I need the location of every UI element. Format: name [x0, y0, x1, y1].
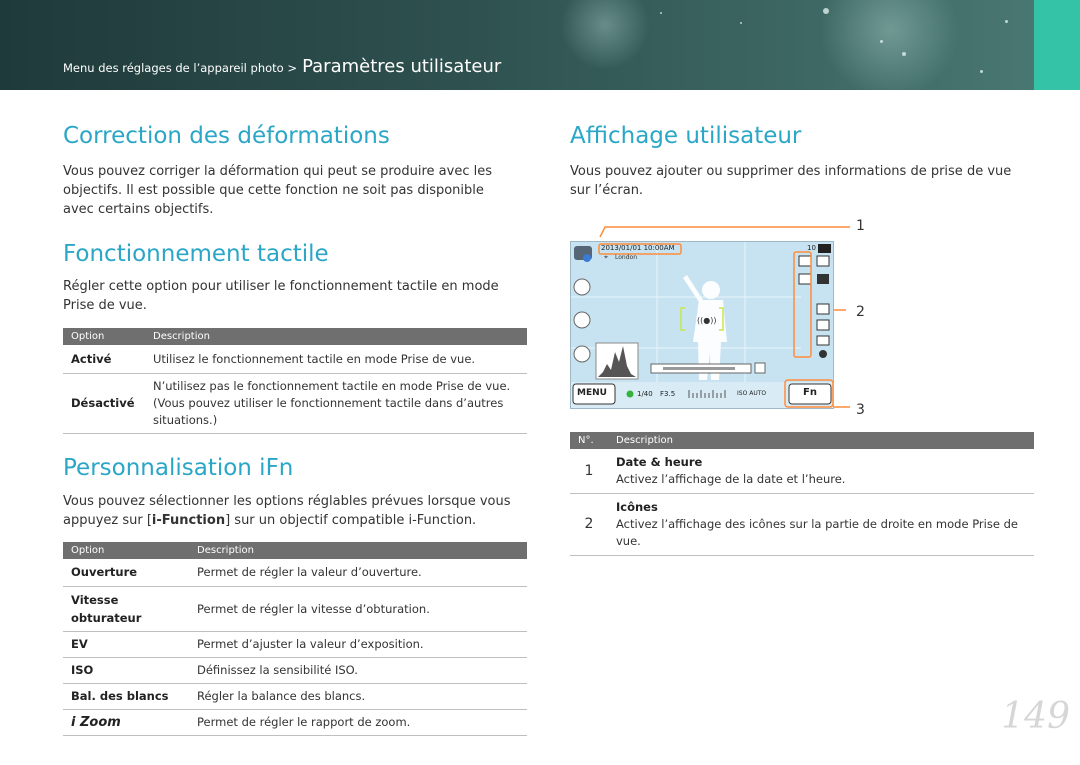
- user-display-table: N°. Description 1 Date & heure Activez l…: [570, 432, 1034, 556]
- location-icon: ⌖: [604, 253, 608, 261]
- row-desc: Activez l’affichage de la date et l’heur…: [616, 471, 846, 486]
- battery-icon: [818, 244, 831, 253]
- section-body-touch: Régler cette option pour utiliser le fon…: [63, 279, 499, 313]
- breadcrumb: Menu des réglages de l’appareil photo > …: [63, 56, 501, 77]
- screen-shot-count: 10: [807, 244, 816, 252]
- option-key: Bal. des blancs: [63, 683, 189, 710]
- screen-location: London: [615, 254, 637, 261]
- table-row: 1 Date & heure Activez l’affichage de la…: [570, 449, 1034, 494]
- ifn-button-name: i-Function: [151, 513, 226, 528]
- table-row: EV Permet d’ajuster la valeur d’expositi…: [63, 631, 527, 658]
- table-row: Activé Utilisez le fonctionnement tactil…: [63, 345, 527, 374]
- breadcrumb-parent[interactable]: Menu des réglages de l’appareil photo >: [63, 61, 297, 75]
- row-desc: Activez l’affichage des icônes sur la pa…: [616, 516, 1018, 548]
- table-header-description: Description: [608, 432, 1034, 449]
- section-body-correction: Vous pouvez corriger la déformation qui …: [63, 164, 492, 217]
- table-row: 2 Icônes Activez l’affichage des icônes …: [570, 493, 1034, 556]
- table-header-option: Option: [63, 542, 189, 559]
- option-desc: Permet de régler le rapport de zoom.: [189, 709, 527, 736]
- callout-number: 1: [856, 218, 865, 234]
- menu-button[interactable]: MENU: [577, 388, 607, 398]
- option-key: Désactivé: [63, 373, 145, 434]
- table-row: ISO Définissez la sensibilité ISO.: [63, 657, 527, 684]
- screen-aperture: F3.5: [660, 390, 676, 398]
- option-key: EV: [63, 631, 189, 658]
- option-key: Activé: [63, 345, 145, 374]
- option-key: Ouverture: [63, 559, 189, 587]
- option-desc: Permet d’ajuster la valeur d’exposition.: [189, 631, 527, 658]
- table-header-description: Description: [189, 542, 527, 559]
- header-accent-strip: [1034, 0, 1080, 90]
- row-title: Date & heure: [616, 454, 703, 469]
- table-row: i Zoom Permet de régler le rapport de zo…: [63, 709, 527, 736]
- row-number: 1: [570, 449, 608, 494]
- ifn-options-table: Option Description Ouverture Permet de r…: [63, 542, 527, 736]
- option-desc: Utilisez le fonctionnement tactile en mo…: [145, 345, 527, 374]
- screen-datetime: 2013/01/01 10:00AM: [601, 244, 675, 252]
- row-content: Date & heure Activez l’affichage de la d…: [608, 449, 1034, 494]
- option-desc: Régler la balance des blancs.: [189, 683, 527, 710]
- touch-options-table: Option Description Activé Utilisez le fo…: [63, 328, 527, 434]
- row-number: 2: [570, 493, 608, 556]
- option-key: ISO: [63, 657, 189, 684]
- table-header-description: Description: [145, 328, 527, 345]
- option-key: Vitesse obturateur: [63, 586, 189, 632]
- table-header-number: N°.: [570, 432, 608, 449]
- camera-screen-illustration: ((●)) 2013/01/01 10:00AM ⌖ London 10 MEN…: [570, 241, 834, 409]
- section-body-user-display: Vous pouvez ajouter ou supprimer des inf…: [570, 164, 1012, 198]
- callout-number: 3: [856, 402, 865, 418]
- row-title: Icônes: [616, 499, 658, 514]
- section-title-correction: Correction des déformations: [63, 123, 390, 149]
- option-desc: Permet de régler la valeur d’ouverture.: [189, 559, 527, 587]
- section-title-user-display: Affichage utilisateur: [570, 123, 802, 149]
- ifn-body-post: ] sur un objectif compatible i-Function.: [225, 513, 477, 528]
- breadcrumb-current: Paramètres utilisateur: [302, 56, 502, 77]
- camera-screen-graphics: ((●)): [571, 242, 833, 408]
- table-row: Désactivé N’utilisez pas le fonctionneme…: [63, 373, 527, 434]
- option-key: i Zoom: [63, 709, 189, 736]
- fn-button[interactable]: Fn: [803, 387, 817, 398]
- option-desc: Permet de régler la vitesse d’obturation…: [189, 586, 527, 632]
- option-desc: N’utilisez pas le fonctionnement tactile…: [145, 373, 527, 434]
- section-body-ifn: Vous pouvez sélectionner les options rég…: [63, 492, 518, 530]
- page-number: 149: [1001, 696, 1070, 737]
- screen-iso: ISO AUTO: [737, 390, 767, 397]
- callout-number: 2: [856, 304, 865, 320]
- section-title-ifn: Personnalisation iFn: [63, 455, 294, 481]
- table-row: Ouverture Permet de régler la valeur d’o…: [63, 559, 527, 587]
- row-content: Icônes Activez l’affichage des icônes su…: [608, 493, 1034, 556]
- header-banner: Menu des réglages de l’appareil photo > …: [0, 0, 1080, 90]
- table-row: Vitesse obturateur Permet de régler la v…: [63, 586, 527, 632]
- screen-shutter-speed: 1/40: [637, 390, 653, 398]
- table-header-option: Option: [63, 328, 145, 345]
- table-row: Bal. des blancs Régler la balance des bl…: [63, 683, 527, 710]
- option-desc: Définissez la sensibilité ISO.: [189, 657, 527, 684]
- svg-text:((●)): ((●)): [697, 316, 716, 325]
- section-title-touch: Fonctionnement tactile: [63, 241, 329, 267]
